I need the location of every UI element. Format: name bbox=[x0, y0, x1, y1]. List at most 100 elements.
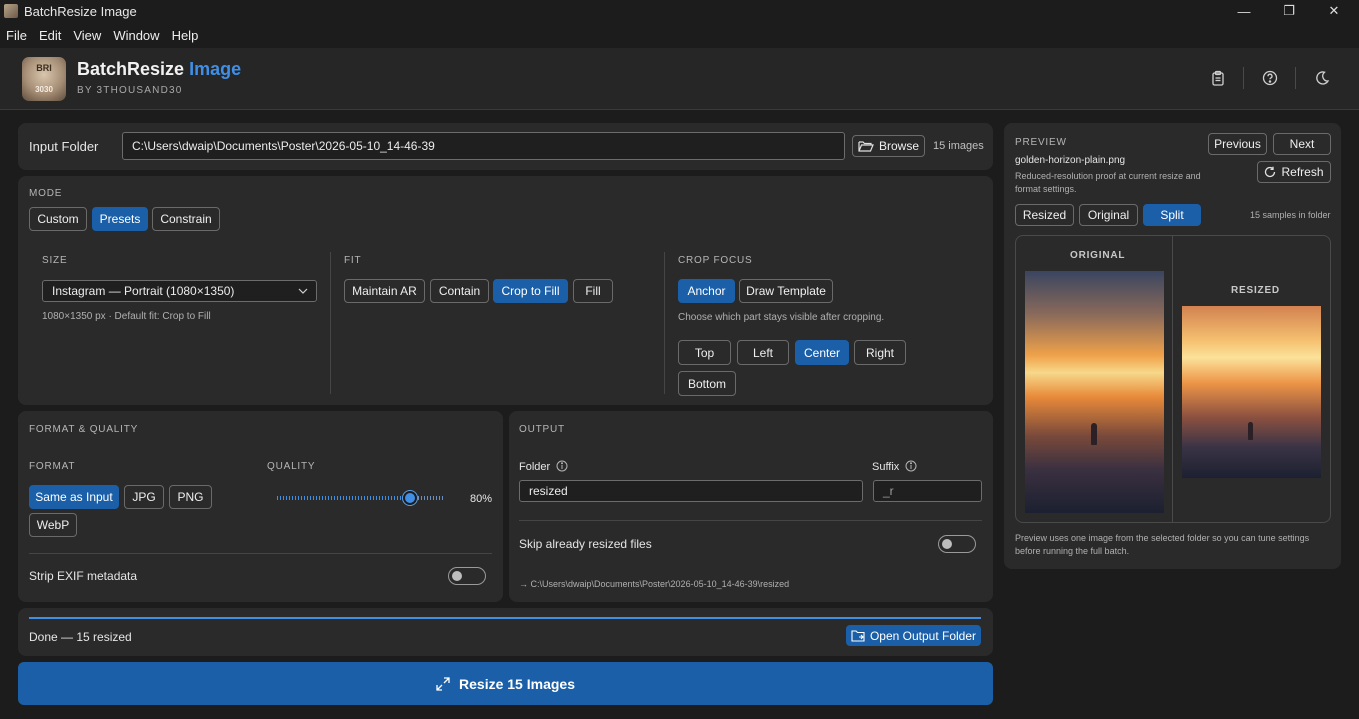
anchor-bottom[interactable]: Bottom bbox=[678, 371, 736, 396]
preview-panel: PREVIEW golden-horizon-plain.png Reduced… bbox=[1004, 123, 1341, 569]
menu-help[interactable]: Help bbox=[172, 28, 199, 43]
size-select-value: Instagram — Portrait (1080×1350) bbox=[52, 284, 235, 298]
clipboard-icon[interactable] bbox=[1208, 68, 1228, 88]
skip-resized-label: Skip already resized files bbox=[519, 537, 652, 551]
brand-byline: BY 3THOUSAND30 bbox=[77, 85, 183, 96]
window-title: BatchResize Image bbox=[24, 3, 137, 19]
format-heading: FORMAT bbox=[29, 461, 76, 472]
view-resized[interactable]: Resized bbox=[1015, 204, 1074, 226]
app-header: BRI 3030 BatchResize Image BY 3THOUSAND3… bbox=[0, 48, 1359, 110]
input-folder-field[interactable]: C:\Users\dwaip\Documents\Poster\2026-05-… bbox=[122, 132, 845, 160]
view-split[interactable]: Split bbox=[1143, 204, 1201, 226]
minimize-button[interactable]: — bbox=[1221, 0, 1267, 22]
tab-presets[interactable]: Presets bbox=[92, 207, 148, 231]
quality-fill bbox=[277, 496, 410, 500]
quality-value: 80% bbox=[470, 493, 493, 505]
help-icon[interactable] bbox=[1260, 68, 1280, 88]
header-separator bbox=[1295, 67, 1296, 89]
anchor-center[interactable]: Center bbox=[795, 340, 849, 365]
person-silhouette bbox=[1091, 423, 1097, 445]
skip-resized-toggle[interactable] bbox=[938, 535, 976, 553]
format-quality-panel: FORMAT & QUALITY FORMAT Same as Input JP… bbox=[18, 411, 503, 602]
resize-images-label: Resize 15 Images bbox=[459, 675, 575, 692]
fit-crop-to-fill[interactable]: Crop to Fill bbox=[493, 279, 568, 303]
format-divider bbox=[29, 553, 492, 554]
quality-heading: QUALITY bbox=[267, 461, 316, 472]
fit-fill[interactable]: Fill bbox=[573, 279, 613, 303]
output-destination-path: → C:\Users\dwaip\Documents\Poster\2026-0… bbox=[519, 579, 790, 589]
format-webp[interactable]: WebP bbox=[29, 513, 77, 537]
menu-window[interactable]: Window bbox=[113, 28, 159, 43]
resize-images-button[interactable]: Resize 15 Images bbox=[18, 662, 993, 705]
format-jpg[interactable]: JPG bbox=[124, 485, 164, 509]
info-icon[interactable] bbox=[556, 460, 568, 472]
split-preview: ORIGINAL RESIZED bbox=[1015, 235, 1331, 523]
header-separator bbox=[1243, 67, 1244, 89]
tab-custom[interactable]: Custom bbox=[29, 207, 87, 231]
open-output-folder-button[interactable]: Open Output Folder bbox=[846, 625, 981, 646]
strip-exif-label: Strip EXIF metadata bbox=[29, 569, 138, 583]
anchor-right[interactable]: Right bbox=[854, 340, 906, 365]
output-panel: OUTPUT Folder resized Suffix _r Skip alr… bbox=[509, 411, 993, 602]
format-png[interactable]: PNG bbox=[169, 485, 212, 509]
mode-divider bbox=[664, 252, 665, 394]
refresh-label: Refresh bbox=[1281, 165, 1324, 179]
browse-button[interactable]: Browse bbox=[852, 135, 925, 157]
input-folder-panel: Input Folder C:\Users\dwaip\Documents\Po… bbox=[18, 123, 993, 170]
mode-heading: MODE bbox=[29, 188, 63, 199]
refresh-icon bbox=[1265, 166, 1276, 178]
menu-view[interactable]: View bbox=[73, 28, 101, 43]
fit-contain[interactable]: Contain bbox=[430, 279, 489, 303]
menu-file[interactable]: File bbox=[6, 28, 27, 43]
split-divider bbox=[1172, 236, 1173, 522]
input-folder-label: Input Folder bbox=[29, 139, 99, 154]
strip-exif-toggle[interactable] bbox=[448, 567, 486, 585]
status-panel: Done — 15 resized Open Output Folder bbox=[18, 608, 993, 656]
original-caption: ORIGINAL bbox=[1070, 250, 1126, 261]
maximize-button[interactable]: ❐ bbox=[1266, 0, 1312, 22]
fit-maintain-ar[interactable]: Maintain AR bbox=[344, 279, 425, 303]
brand-accent: Image bbox=[189, 59, 242, 79]
original-image bbox=[1025, 271, 1164, 513]
format-same-as-input[interactable]: Same as Input bbox=[29, 485, 119, 509]
close-button[interactable]: ✕ bbox=[1311, 0, 1357, 22]
fit-heading: FIT bbox=[344, 255, 362, 266]
anchor-left[interactable]: Left bbox=[737, 340, 789, 365]
crop-focus-heading: CROP FOCUS bbox=[678, 255, 753, 266]
mode-divider bbox=[330, 252, 331, 394]
status-text: Done — 15 resized bbox=[29, 630, 132, 644]
size-hint: 1080×1350 px · Default fit: Crop to Fill bbox=[42, 311, 211, 322]
quality-slider[interactable] bbox=[277, 491, 443, 505]
progress-track bbox=[29, 617, 981, 619]
preview-description: Reduced-resolution proof at current resi… bbox=[1015, 171, 1201, 194]
menu-edit[interactable]: Edit bbox=[39, 28, 61, 43]
menu-bar: File Edit View Window Help bbox=[0, 24, 204, 46]
expand-icon bbox=[436, 676, 450, 691]
moon-icon[interactable] bbox=[1312, 68, 1332, 88]
quality-thumb[interactable] bbox=[403, 491, 417, 505]
previous-button[interactable]: Previous bbox=[1208, 133, 1267, 155]
brand-main: BatchResize bbox=[77, 59, 185, 79]
next-button[interactable]: Next bbox=[1273, 133, 1331, 155]
view-original[interactable]: Original bbox=[1079, 204, 1138, 226]
info-icon[interactable] bbox=[905, 460, 917, 472]
refresh-button[interactable]: Refresh bbox=[1257, 161, 1331, 183]
resized-caption: RESIZED bbox=[1231, 285, 1280, 296]
folder-label-text: Folder bbox=[519, 461, 551, 473]
suffix-label: Suffix bbox=[872, 460, 917, 473]
output-folder-label: Folder bbox=[519, 460, 568, 473]
format-quality-heading: FORMAT & QUALITY bbox=[29, 424, 139, 435]
crop-mode-anchor[interactable]: Anchor bbox=[678, 279, 735, 303]
folder-link-icon bbox=[851, 629, 865, 642]
size-select[interactable]: Instagram — Portrait (1080×1350) bbox=[42, 280, 317, 302]
preview-filename: golden-horizon-plain.png bbox=[1015, 155, 1126, 166]
suffix-field[interactable]: _r bbox=[873, 480, 982, 502]
crop-mode-draw-template[interactable]: Draw Template bbox=[739, 279, 833, 303]
tab-constrain[interactable]: Constrain bbox=[152, 207, 220, 231]
logo-text: BRI bbox=[36, 63, 52, 73]
person-silhouette bbox=[1248, 422, 1253, 440]
browse-label: Browse bbox=[878, 139, 919, 153]
resized-image bbox=[1182, 306, 1321, 478]
anchor-top[interactable]: Top bbox=[678, 340, 731, 365]
output-folder-field[interactable]: resized bbox=[519, 480, 863, 502]
